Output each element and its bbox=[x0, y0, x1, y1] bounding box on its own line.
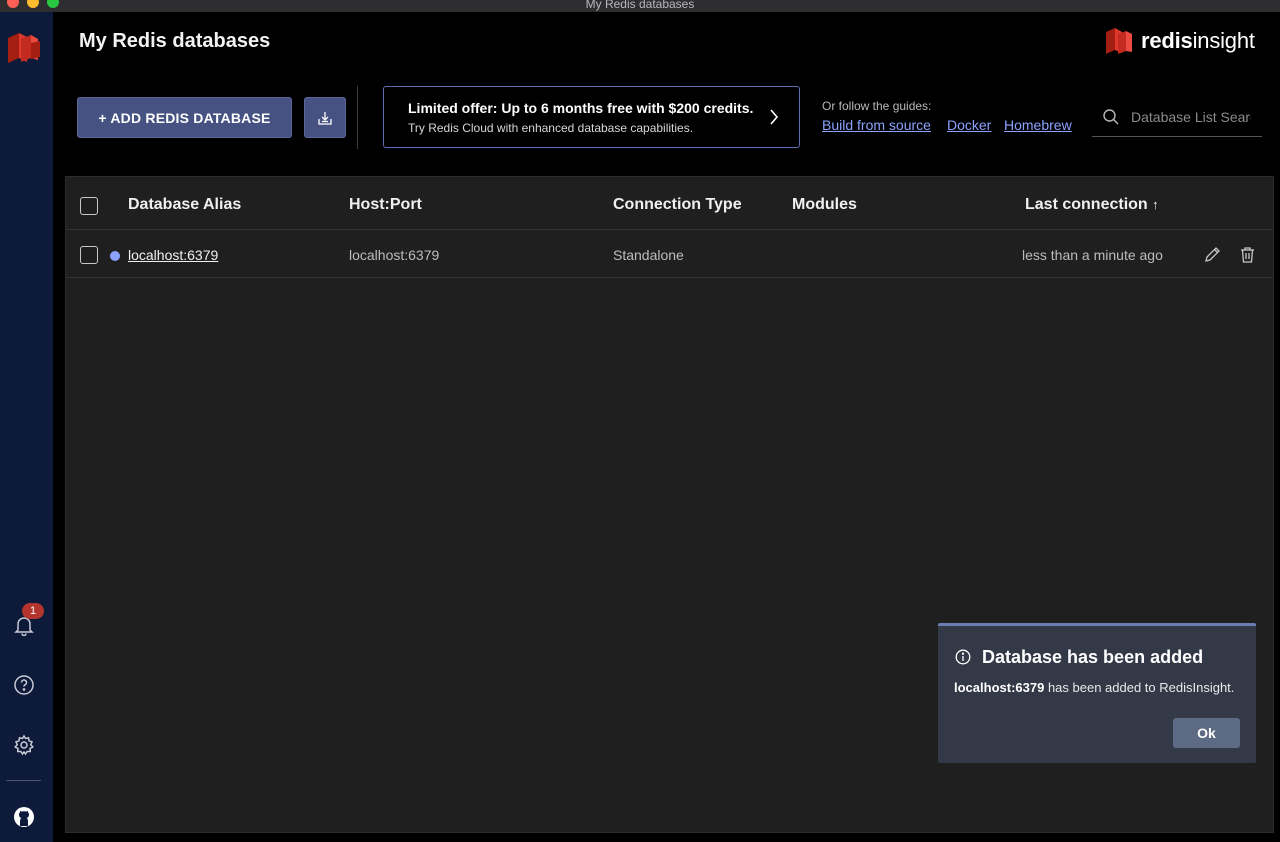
cloud-offer-banner[interactable]: Limited offer: Up to 6 months free with … bbox=[383, 86, 800, 148]
redis-logo-icon[interactable] bbox=[5, 30, 43, 66]
select-all-checkbox[interactable] bbox=[80, 197, 98, 215]
column-header-connection-type[interactable]: Connection Type bbox=[613, 196, 742, 214]
column-header-last-connection[interactable]: Last connection ↑ bbox=[1025, 196, 1159, 214]
brand-name-bold: redis bbox=[1141, 28, 1193, 53]
import-database-button[interactable] bbox=[304, 97, 346, 138]
database-search-input[interactable] bbox=[1131, 109, 1251, 125]
last-connection-label: Last connection bbox=[1025, 196, 1148, 213]
gear-icon bbox=[14, 734, 34, 756]
github-icon bbox=[14, 807, 34, 827]
column-header-alias[interactable]: Database Alias bbox=[128, 196, 241, 214]
settings-button[interactable] bbox=[11, 732, 37, 758]
guide-docker-link[interactable]: Docker bbox=[947, 117, 991, 133]
github-button[interactable] bbox=[11, 804, 37, 830]
column-header-modules[interactable]: Modules bbox=[792, 196, 857, 214]
pencil-icon bbox=[1204, 246, 1220, 262]
toolbar-divider bbox=[357, 86, 358, 149]
database-search bbox=[1092, 98, 1262, 137]
column-header-host-port[interactable]: Host:Port bbox=[349, 196, 422, 214]
window-title: My Redis databases bbox=[585, 0, 695, 11]
delete-database-button[interactable] bbox=[1238, 245, 1256, 263]
database-added-toast: Database has been added localhost:6379 h… bbox=[938, 623, 1256, 763]
edit-database-button[interactable] bbox=[1203, 245, 1221, 263]
toast-db-name: localhost:6379 bbox=[954, 680, 1045, 695]
table-header: Database Alias Host:Port Connection Type… bbox=[66, 177, 1273, 230]
search-icon bbox=[1103, 109, 1119, 125]
trash-icon bbox=[1240, 246, 1254, 263]
brand-name-light: insight bbox=[1192, 28, 1255, 53]
import-icon bbox=[318, 111, 332, 125]
toast-message-text: has been added to RedisInsight. bbox=[1044, 680, 1235, 695]
offer-title: Limited offer: Up to 6 months free with … bbox=[408, 100, 754, 116]
guides-label: Or follow the guides: bbox=[822, 99, 932, 113]
offer-subtitle: Try Redis Cloud with enhanced database c… bbox=[408, 121, 694, 135]
toast-title: Database has been added bbox=[982, 647, 1204, 667]
guide-homebrew-link[interactable]: Homebrew bbox=[1004, 117, 1072, 133]
chevron-right-icon bbox=[770, 109, 779, 125]
help-button[interactable] bbox=[11, 672, 37, 698]
redisinsight-logo-icon bbox=[1106, 28, 1132, 54]
brand-logo: redisinsight bbox=[1105, 26, 1255, 56]
guide-build-from-source-link[interactable]: Build from source bbox=[822, 117, 931, 133]
notification-badge: 1 bbox=[22, 603, 44, 619]
host-port-cell: localhost:6379 bbox=[349, 247, 440, 263]
help-icon bbox=[14, 675, 34, 695]
database-alias-link[interactable]: localhost:6379 bbox=[128, 247, 218, 263]
connection-status-dot bbox=[110, 251, 120, 261]
sort-ascending-icon: ↑ bbox=[1152, 197, 1159, 212]
sidebar: 1 bbox=[0, 12, 53, 842]
sidebar-divider bbox=[6, 780, 41, 781]
toast-ok-button[interactable]: Ok bbox=[1173, 718, 1240, 748]
info-icon bbox=[955, 649, 971, 665]
page-title: My Redis databases bbox=[79, 30, 271, 52]
last-connection-cell: less than a minute ago bbox=[1022, 247, 1163, 263]
add-redis-database-button[interactable]: + ADD REDIS DATABASE bbox=[77, 97, 292, 138]
window-titlebar: My Redis databases bbox=[0, 0, 1280, 12]
row-checkbox[interactable] bbox=[80, 246, 98, 264]
connection-type-cell: Standalone bbox=[613, 247, 684, 263]
toast-message: localhost:6379 has been added to RedisIn… bbox=[954, 680, 1234, 695]
table-row[interactable]: localhost:6379 localhost:6379 Standalone… bbox=[66, 230, 1273, 278]
